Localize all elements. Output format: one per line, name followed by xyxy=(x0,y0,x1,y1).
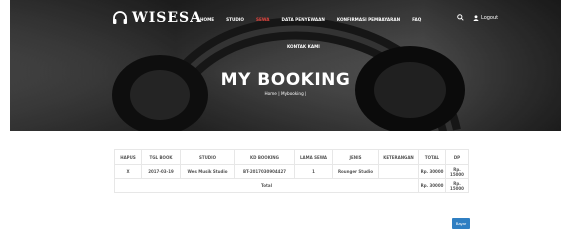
nav-item-konfirmasi-pembayaran[interactable]: KONFIRMASI PEMBAYARAN xyxy=(331,17,406,22)
cell-lama-sewa: 1 xyxy=(294,164,333,179)
col-header-kd-booking: KD BOOKING xyxy=(234,149,295,165)
total-value: Rp. 30000 xyxy=(418,178,446,193)
total-label: Total xyxy=(114,178,419,193)
col-header-tgl-book: TGL BOOK xyxy=(141,149,181,165)
total-dp: Rp. 15000 xyxy=(445,178,469,193)
col-header-lama-sewa: LAMA SEWA xyxy=(294,149,333,165)
nav-item-studio[interactable]: STUDIO xyxy=(220,17,250,22)
nav-item-home[interactable]: HOME xyxy=(194,17,220,22)
table-header-row: HAPUS TGL BOOK STUDIO KD BOOKING LAMA SE… xyxy=(114,149,469,165)
col-header-studio: STUDIO xyxy=(180,149,235,165)
cell-kd-booking: BT-2017030904427 xyxy=(234,164,295,179)
logout-label: Logout xyxy=(481,15,499,21)
cell-dp: Rp. 15000 xyxy=(445,164,469,179)
cell-tgl-book: 2017-03-19 xyxy=(141,164,181,179)
breadcrumb: Home | Mybooking | xyxy=(264,91,307,96)
col-header-total: TOTAL xyxy=(418,149,446,165)
cell-keterangan xyxy=(378,164,419,179)
main-nav: HOME STUDIO SEWA DATA PENYEWAAN KONFIRMA… xyxy=(194,17,427,22)
brand-logo[interactable]: WISESA xyxy=(112,10,202,26)
col-header-jenis: JENIS xyxy=(332,149,379,165)
nav-item-sewa[interactable]: SEWA xyxy=(250,17,276,22)
table-total-row: Total Rp. 30000 Rp. 15000 xyxy=(114,178,469,193)
user-icon xyxy=(473,15,479,21)
cell-studio: Wes Musik Studio xyxy=(180,164,235,179)
col-header-keterangan: KETERANGAN xyxy=(378,149,419,165)
search-icon[interactable] xyxy=(457,14,464,21)
logout-link[interactable]: Logout xyxy=(473,15,498,21)
table-row: X 2017-03-19 Wes Musik Studio BT-2017030… xyxy=(114,164,469,179)
cell-jenis: Rounger Studio xyxy=(332,164,379,179)
logo-text: WISESA xyxy=(132,10,203,26)
hero-banner: WISESA HOME STUDIO SEWA DATA PENYEWAAN K… xyxy=(10,0,561,131)
booking-table: HAPUS TGL BOOK STUDIO KD BOOKING LAMA SE… xyxy=(114,149,469,193)
cell-total: Rp. 30000 xyxy=(418,164,446,179)
delete-button[interactable]: X xyxy=(114,164,142,179)
pay-button[interactable]: Bayar xyxy=(452,218,470,229)
col-header-hapus: HAPUS xyxy=(114,149,142,165)
booking-table-wrapper: HAPUS TGL BOOK STUDIO KD BOOKING LAMA SE… xyxy=(114,149,469,193)
nav-item-data-penyewaan[interactable]: DATA PENYEWAAN xyxy=(276,17,331,22)
nav-item-faq[interactable]: FAQ xyxy=(406,17,427,22)
nav-item-kontak-kami[interactable]: KONTAK KAMI xyxy=(287,44,320,49)
page-title: MY BOOKING xyxy=(220,70,351,90)
headphones-logo-icon xyxy=(113,11,127,24)
col-header-dp: DP xyxy=(445,149,469,165)
